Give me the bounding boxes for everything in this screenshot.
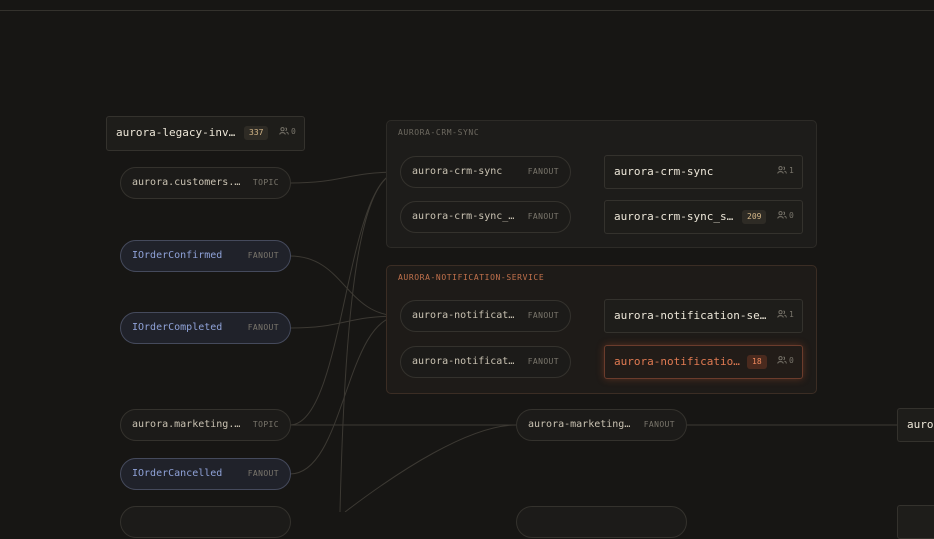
exchange-partial[interactable] xyxy=(516,506,687,538)
consumer-count-value: 1 xyxy=(789,310,794,319)
exchange-node[interactable]: aurora-notificat… FANOUT xyxy=(400,346,571,378)
consumer-count-value: 0 xyxy=(789,211,794,220)
consumer-count: 1 xyxy=(777,310,794,319)
queue-node-partial[interactable]: auro xyxy=(897,408,934,442)
source-type-tag: TOPIC xyxy=(252,178,279,187)
queue-label: aurora-crm-sync xyxy=(614,165,714,178)
exchange-label: aurora-crm-sync_… xyxy=(412,211,515,222)
exchange-type-tag: FANOUT xyxy=(643,420,675,429)
consumer-count-value: 0 xyxy=(291,127,296,136)
source-type-tag: FANOUT xyxy=(247,323,279,332)
source-label: aurora.customers.… xyxy=(132,177,241,188)
queue-label: aurora-notification-se… xyxy=(614,309,767,322)
consumer-count: 0 xyxy=(279,127,296,136)
exchange-node[interactable]: aurora-crm-sync FANOUT xyxy=(400,156,571,188)
source-label: aurora.marketing.… xyxy=(132,419,241,430)
exchange-type-tag: FANOUT xyxy=(527,167,559,176)
users-icon xyxy=(777,356,787,364)
queue-node-partial[interactable] xyxy=(897,505,934,539)
message-count-badge: 337 xyxy=(244,126,269,140)
edge-cancelled-notif1 xyxy=(289,315,401,475)
source-type-tag: FANOUT xyxy=(247,469,279,478)
consumer-count: 0 xyxy=(777,356,794,365)
source-partial[interactable] xyxy=(120,506,291,538)
queue-node[interactable]: aurora-notification-se… 1 xyxy=(604,299,803,333)
group-title: AURORA-CRM-SYNC xyxy=(398,128,480,137)
queue-label: aurora-legacy-inv… xyxy=(116,126,236,139)
consumer-count-value: 0 xyxy=(789,356,794,365)
queue-label: aurora-crm-sync_s… xyxy=(614,210,734,223)
exchange-node[interactable]: aurora-notificat… FANOUT xyxy=(400,300,571,332)
consumer-count: 0 xyxy=(777,211,794,220)
source-type-tag: TOPIC xyxy=(252,420,279,429)
users-icon xyxy=(777,211,787,219)
exchange-label: aurora-crm-sync xyxy=(412,166,503,177)
source-interface[interactable]: IOrderCancelled FANOUT xyxy=(120,458,291,490)
exchange-node[interactable]: aurora-marketing… FANOUT xyxy=(516,409,687,441)
message-count-badge: 18 xyxy=(747,355,767,369)
users-icon xyxy=(777,166,787,174)
exchange-node[interactable]: aurora-crm-sync_… FANOUT xyxy=(400,201,571,233)
exchange-type-tag: FANOUT xyxy=(527,212,559,221)
exchange-label: aurora-marketing… xyxy=(528,419,631,430)
consumer-count-value: 1 xyxy=(789,166,794,175)
queue-label: aurora-notificatio… xyxy=(614,355,740,368)
exchange-type-tag: FANOUT xyxy=(527,357,559,366)
group-title: AURORA-NOTIFICATION-SERVICE xyxy=(398,273,545,282)
queue-node[interactable]: aurora-crm-sync 1 xyxy=(604,155,803,189)
source-topic[interactable]: aurora.marketing.… TOPIC xyxy=(120,409,291,441)
queue-node-alert[interactable]: aurora-notificatio… 18 0 xyxy=(604,345,803,379)
queue-node[interactable]: aurora-legacy-inv… 337 0 xyxy=(106,116,305,151)
exchange-label: aurora-notificat… xyxy=(412,310,515,321)
source-topic[interactable]: aurora.customers.… TOPIC xyxy=(120,167,291,199)
source-label: IOrderConfirmed xyxy=(132,250,223,261)
source-interface[interactable]: IOrderCompleted FANOUT xyxy=(120,312,291,344)
source-label: IOrderCompleted xyxy=(132,322,223,333)
exchange-type-tag: FANOUT xyxy=(527,311,559,320)
source-type-tag: FANOUT xyxy=(247,251,279,260)
message-count-badge: 209 xyxy=(742,210,767,224)
edge-confirmed-notif1 xyxy=(289,255,401,317)
source-label: IOrderCancelled xyxy=(132,468,223,479)
queue-node[interactable]: aurora-crm-sync_s… 209 0 xyxy=(604,200,803,234)
consumer-count: 1 xyxy=(777,166,794,175)
source-interface[interactable]: IOrderConfirmed FANOUT xyxy=(120,240,291,272)
users-icon xyxy=(777,310,787,318)
queue-label: auro xyxy=(907,418,934,431)
exchange-label: aurora-notificat… xyxy=(412,356,515,367)
users-icon xyxy=(279,127,289,135)
edge-offscreen-xmkt xyxy=(344,424,517,512)
